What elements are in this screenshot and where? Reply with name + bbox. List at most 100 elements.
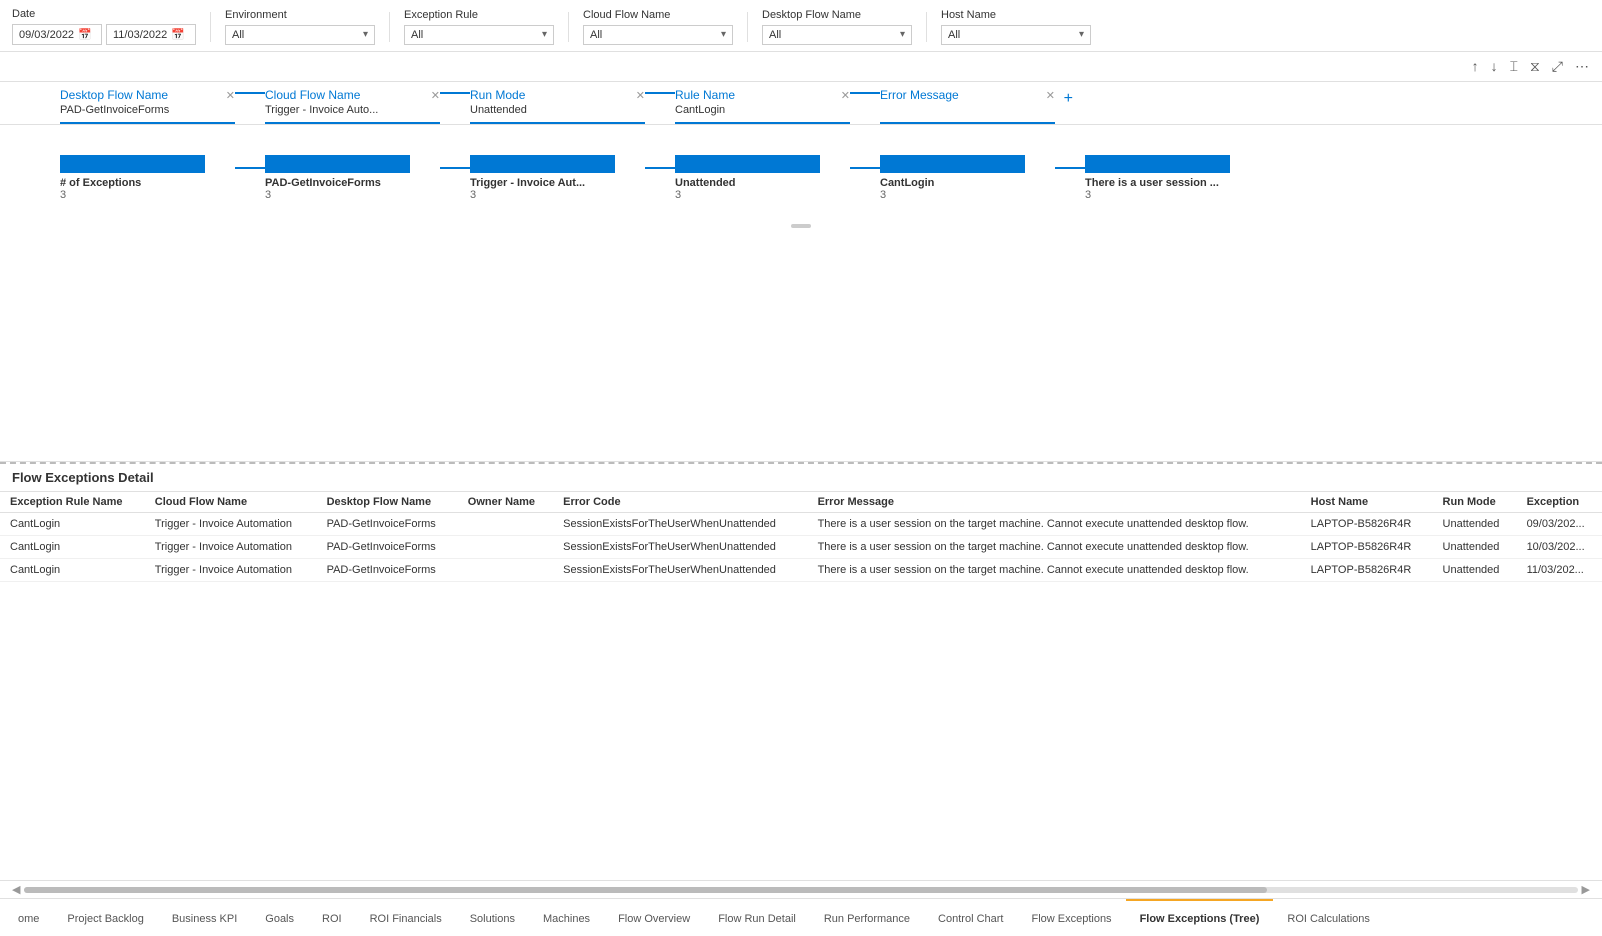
close-run-mode-icon[interactable]: ✕ <box>636 89 645 102</box>
desktop-flow-name-label: Desktop Flow Name <box>762 9 912 21</box>
chevron-down-icon: ▾ <box>363 29 368 40</box>
scroll-right-arrow[interactable]: ▶ <box>1582 883 1590 896</box>
cell-cloud-flow: Trigger - Invoice Automation <box>145 536 317 559</box>
host-name-select[interactable]: All ▾ <box>941 25 1091 45</box>
cell-host: LAPTOP-B5826R4R <box>1301 536 1433 559</box>
tab-run-performance[interactable]: Run Performance <box>810 898 924 936</box>
divider-2 <box>389 12 390 42</box>
bar-connector-1 <box>235 167 265 169</box>
col-header-cloud-flow-name: Cloud Flow Name ✕ Trigger - Invoice Auto… <box>265 82 440 124</box>
cell-exception-rule: CantLogin <box>0 513 145 536</box>
divider-5 <box>926 12 927 42</box>
close-cloud-flow-name-icon[interactable]: ✕ <box>431 89 440 102</box>
cell-exception: 11/03/202... <box>1517 559 1602 582</box>
bar-run-mode-info: Unattended 3 <box>675 177 850 201</box>
rule-name-value: CantLogin <box>675 102 850 116</box>
sort-desc-icon[interactable]: ↓ <box>1488 56 1501 77</box>
col-error-code: Error Code <box>553 492 807 513</box>
filter-bar: Date 09/03/2022 📅 11/03/2022 📅 Environme… <box>0 0 1602 52</box>
col-cloud-flow-name: Cloud Flow Name <box>145 492 317 513</box>
divider-1 <box>210 12 211 42</box>
cell-exception: 09/03/202... <box>1517 513 1602 536</box>
filter-icon[interactable]: ⧖ <box>1527 56 1543 77</box>
tab-home[interactable]: ome <box>4 898 53 936</box>
environment-label: Environment <box>225 9 375 21</box>
column-headers-strip: Desktop Flow Name ✕ PAD-GetInvoiceForms … <box>0 82 1602 125</box>
tab-goals[interactable]: Goals <box>251 898 308 936</box>
date-from-input[interactable]: 09/03/2022 📅 <box>12 24 102 45</box>
desktop-flow-name-value: PAD-GetInvoiceForms <box>60 102 235 116</box>
tab-flow-overview[interactable]: Flow Overview <box>604 898 704 936</box>
cell-exception-rule: CantLogin <box>0 536 145 559</box>
bar-rule-rect[interactable] <box>880 155 1025 173</box>
connector-4 <box>850 92 880 94</box>
calendar-to-icon[interactable]: 📅 <box>171 28 185 41</box>
bar-cloud-flow-info: Trigger - Invoice Aut... 3 <box>470 177 645 201</box>
col-owner-name: Owner Name <box>458 492 553 513</box>
tab-control-chart[interactable]: Control Chart <box>924 898 1017 936</box>
tab-roi[interactable]: ROI <box>308 898 356 936</box>
cell-cloud-flow: Trigger - Invoice Automation <box>145 513 317 536</box>
bar-error-rect[interactable] <box>1085 155 1230 173</box>
cloud-flow-name-select[interactable]: All ▾ <box>583 25 733 45</box>
sort-asc-icon[interactable]: ↑ <box>1469 56 1482 77</box>
tab-roi-calculations[interactable]: ROI Calculations <box>1273 898 1384 936</box>
bar-error-info: There is a user session ... 3 <box>1085 177 1260 201</box>
tab-solutions[interactable]: Solutions <box>456 898 529 936</box>
bars-area: # of Exceptions 3 PAD-GetInvoiceForms 3 <box>0 125 1602 211</box>
close-error-message-icon[interactable]: ✕ <box>1046 89 1055 102</box>
bar-error: There is a user session ... 3 <box>1085 155 1260 201</box>
run-mode-value: Unattended <box>470 102 645 116</box>
cloud-flow-name-filter-group: Cloud Flow Name All ▾ <box>583 9 733 45</box>
cell-error-message: There is a user session on the target ma… <box>808 513 1301 536</box>
scroll-left-arrow[interactable]: ◀ <box>12 883 20 896</box>
table-row: CantLogin Trigger - Invoice Automation P… <box>0 559 1602 582</box>
table-header-row: Exception Rule Name Cloud Flow Name Desk… <box>0 492 1602 513</box>
tab-machines[interactable]: Machines <box>529 898 604 936</box>
bar-rule: CantLogin 3 <box>880 155 1055 201</box>
tab-flow-exceptions-tree[interactable]: Flow Exceptions (Tree) <box>1126 898 1274 936</box>
cell-error-code: SessionExistsForTheUserWhenUnattended <box>553 559 807 582</box>
exception-rule-label: Exception Rule <box>404 9 554 21</box>
desktop-flow-name-select[interactable]: All ▾ <box>762 25 912 45</box>
detail-table-wrapper[interactable]: Exception Rule Name Cloud Flow Name Desk… <box>0 492 1602 880</box>
bar-connector-2 <box>440 167 470 169</box>
tab-flow-exceptions[interactable]: Flow Exceptions <box>1017 898 1125 936</box>
cell-desktop-flow: PAD-GetInvoiceForms <box>317 513 458 536</box>
scroll-track[interactable] <box>24 887 1577 893</box>
table-row: CantLogin Trigger - Invoice Automation P… <box>0 536 1602 559</box>
close-desktop-flow-name-icon[interactable]: ✕ <box>226 89 235 102</box>
bar-run-mode-rect[interactable] <box>675 155 820 173</box>
chevron-down-icon: ▾ <box>721 29 726 40</box>
cell-error-code: SessionExistsForTheUserWhenUnattended <box>553 513 807 536</box>
hierarchy-icon[interactable]: ⌶ <box>1507 56 1521 77</box>
expand-icon[interactable]: ⤢ <box>1549 56 1566 77</box>
tab-business-kpi[interactable]: Business KPI <box>158 898 251 936</box>
page-wrapper: Date 09/03/2022 📅 11/03/2022 📅 Environme… <box>0 0 1602 936</box>
bar-connector-5 <box>1055 167 1085 169</box>
detail-section-title: Flow Exceptions Detail <box>0 464 1602 492</box>
tab-roi-financials[interactable]: ROI Financials <box>356 898 456 936</box>
exception-rule-select[interactable]: All ▾ <box>404 25 554 45</box>
tab-flow-run-detail[interactable]: Flow Run Detail <box>704 898 810 936</box>
cell-host: LAPTOP-B5826R4R <box>1301 559 1433 582</box>
tab-project-backlog[interactable]: Project Backlog <box>53 898 157 936</box>
bar-exceptions-rect[interactable] <box>60 155 205 173</box>
cell-host: LAPTOP-B5826R4R <box>1301 513 1433 536</box>
connector-3 <box>645 92 675 94</box>
environment-select[interactable]: All ▾ <box>225 25 375 45</box>
date-to-input[interactable]: 11/03/2022 📅 <box>106 24 196 45</box>
bar-cloud-flow-rect[interactable] <box>470 155 615 173</box>
add-column-icon[interactable]: + <box>1064 90 1073 108</box>
toolbar-row: ↑ ↓ ⌶ ⧖ ⤢ ⋯ <box>0 52 1602 82</box>
close-rule-name-icon[interactable]: ✕ <box>841 89 850 102</box>
cell-owner <box>458 559 553 582</box>
bar-desktop-flow-rect[interactable] <box>265 155 410 173</box>
cell-error-message: There is a user session on the target ma… <box>808 559 1301 582</box>
cell-exception: 10/03/202... <box>1517 536 1602 559</box>
more-icon[interactable]: ⋯ <box>1572 56 1592 77</box>
detail-table-body: CantLogin Trigger - Invoice Automation P… <box>0 513 1602 582</box>
calendar-from-icon[interactable]: 📅 <box>78 28 92 41</box>
col-header-error-message: Error Message ✕ + <box>880 82 1055 124</box>
col-header-rule-name: Rule Name ✕ CantLogin <box>675 82 850 124</box>
